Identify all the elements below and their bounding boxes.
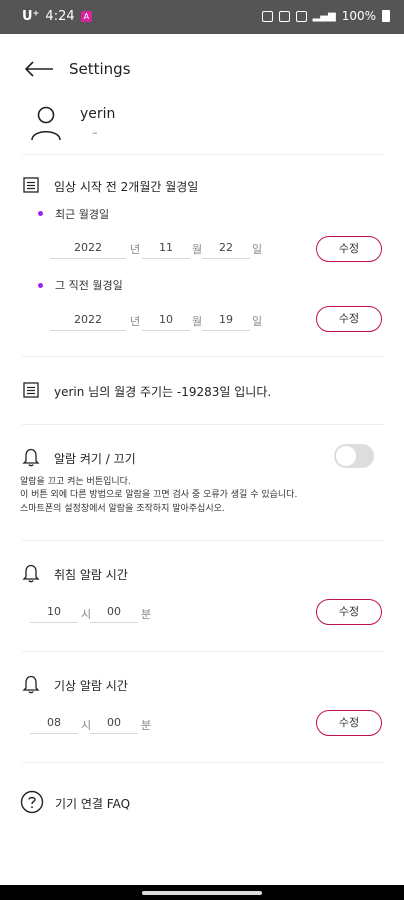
alarm-desc-3: 스마트폰의 설정창에서 알람을 조작하지 말아주십시오. (20, 504, 225, 514)
bullet-icon (38, 283, 43, 288)
period-title: 임상 시작 전 2개월간 월경일 (54, 180, 199, 194)
divider (22, 356, 384, 357)
cycle-text: yerin 님의 월경 주기는 -19283일 입니다. (54, 385, 272, 399)
page-title: Settings (69, 60, 131, 78)
alarm-status-icon (261, 10, 273, 22)
bell-icon (22, 674, 40, 694)
divider (22, 424, 384, 425)
battery-level: 100% (341, 9, 376, 23)
edit-wake-alarm-button[interactable]: 수정 (316, 710, 382, 736)
status-bar: U⁺ 4:24 A ▂▄▆ 100% (0, 0, 404, 34)
alarm-desc-1: 알람을 끄고 켜는 버튼입니다. (20, 477, 131, 487)
signal-icon: ▂▄▆ (312, 10, 336, 22)
recent-year-field[interactable]: 2022 (50, 240, 126, 259)
previous-month-field[interactable]: 10 (142, 312, 190, 331)
wake-alarm-title: 기상 알람 시간 (54, 679, 128, 693)
year-unit: 년 (130, 243, 141, 256)
alarm-toggle-switch[interactable] (334, 444, 374, 468)
previous-period-label: 그 직전 월경일 (55, 279, 123, 292)
help-icon (20, 790, 44, 814)
recent-period-label: 최근 월경일 (55, 208, 110, 221)
divider (22, 154, 384, 155)
carrier-label: U⁺ (22, 9, 40, 24)
month-unit: 월 (192, 315, 203, 328)
previous-day-field[interactable]: 19 (202, 312, 250, 331)
faq-link[interactable]: 기기 연결 FAQ (20, 790, 220, 816)
recent-month-field[interactable]: 11 (142, 240, 190, 259)
back-button[interactable] (22, 58, 56, 80)
mute-status-icon (278, 10, 290, 22)
bullet-icon (38, 211, 43, 216)
user-icon (31, 106, 61, 141)
profile-subtitle: – (92, 126, 98, 139)
bell-icon (22, 563, 40, 583)
back-arrow-icon (24, 61, 53, 77)
month-unit: 월 (192, 243, 203, 256)
status-time: 4:24 (45, 9, 75, 24)
recent-day-field[interactable]: 22 (202, 240, 250, 259)
sleep-minute-field[interactable]: 00 (90, 604, 138, 623)
edit-recent-period-button[interactable]: 수정 (316, 236, 382, 262)
wake-minute-field[interactable]: 00 (90, 715, 138, 734)
alarm-toggle-title: 알람 켜기 / 끄기 (54, 452, 136, 466)
wake-hour-field[interactable]: 08 (30, 715, 78, 734)
home-indicator[interactable] (142, 891, 262, 895)
sleep-alarm-title: 취침 알람 시간 (54, 568, 128, 582)
status-left: U⁺ 4:24 A (22, 9, 93, 24)
edit-previous-period-button[interactable]: 수정 (316, 306, 382, 332)
alarm-desc-2: 이 버튼 외에 다른 방법으로 알람을 끄면 검사 중 오류가 생길 수 있습니… (20, 490, 298, 500)
status-right: ▂▄▆ 100% (261, 9, 390, 23)
divider (22, 651, 384, 652)
list-icon (22, 176, 40, 194)
app-notification-icon: A (80, 11, 93, 22)
bell-icon (22, 447, 40, 467)
day-unit: 일 (252, 243, 263, 256)
faq-label: 기기 연결 FAQ (55, 797, 131, 811)
minute-unit: 분 (141, 719, 152, 732)
battery-icon (382, 10, 390, 22)
sleep-hour-field[interactable]: 10 (30, 604, 78, 623)
year-unit: 년 (130, 315, 141, 328)
avatar (30, 105, 62, 141)
divider (22, 540, 384, 541)
profile-name: yerin (80, 106, 116, 122)
divider (22, 762, 384, 763)
list-icon (22, 381, 40, 399)
day-unit: 일 (252, 315, 263, 328)
toggle-knob (336, 446, 356, 466)
minute-unit: 분 (141, 608, 152, 621)
previous-year-field[interactable]: 2022 (50, 312, 126, 331)
wifi-status-icon (295, 10, 307, 22)
edit-sleep-alarm-button[interactable]: 수정 (316, 599, 382, 625)
